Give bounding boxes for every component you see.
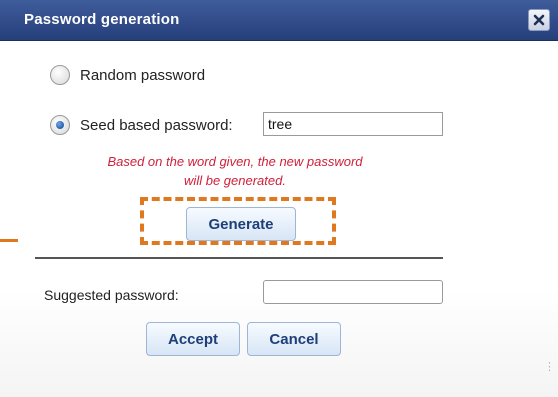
annotation-leader-line [0,239,18,242]
seed-password-radio[interactable] [50,115,70,135]
resize-grip-icon[interactable]: ⋮ [544,362,555,379]
suggested-password-field[interactable] [263,280,443,304]
seed-word-input[interactable] [263,112,443,136]
generation-hint: Based on the word given, the new passwor… [70,152,400,190]
random-password-label: Random password [80,66,206,84]
accept-button[interactable]: Accept [146,322,240,356]
hint-line-2: will be generated. [184,173,286,188]
dialog-title: Password generation [24,11,180,28]
suggested-password-label: Suggested password: [44,287,179,303]
seed-password-label: Seed based password: [80,116,233,134]
separator-line [35,257,443,259]
random-password-radio[interactable] [50,65,70,85]
close-button[interactable] [528,9,550,31]
dialog-body: Random password Seed based password: Bas… [0,41,558,397]
hint-line-1: Based on the word given, the new passwor… [107,154,363,169]
close-icon [533,14,545,26]
seed-password-option[interactable]: Seed based password: [50,115,233,135]
dialog-titlebar[interactable]: Password generation [0,0,558,41]
generate-button[interactable]: Generate [186,207,296,241]
cancel-button[interactable]: Cancel [247,322,341,356]
random-password-option[interactable]: Random password [50,65,205,85]
